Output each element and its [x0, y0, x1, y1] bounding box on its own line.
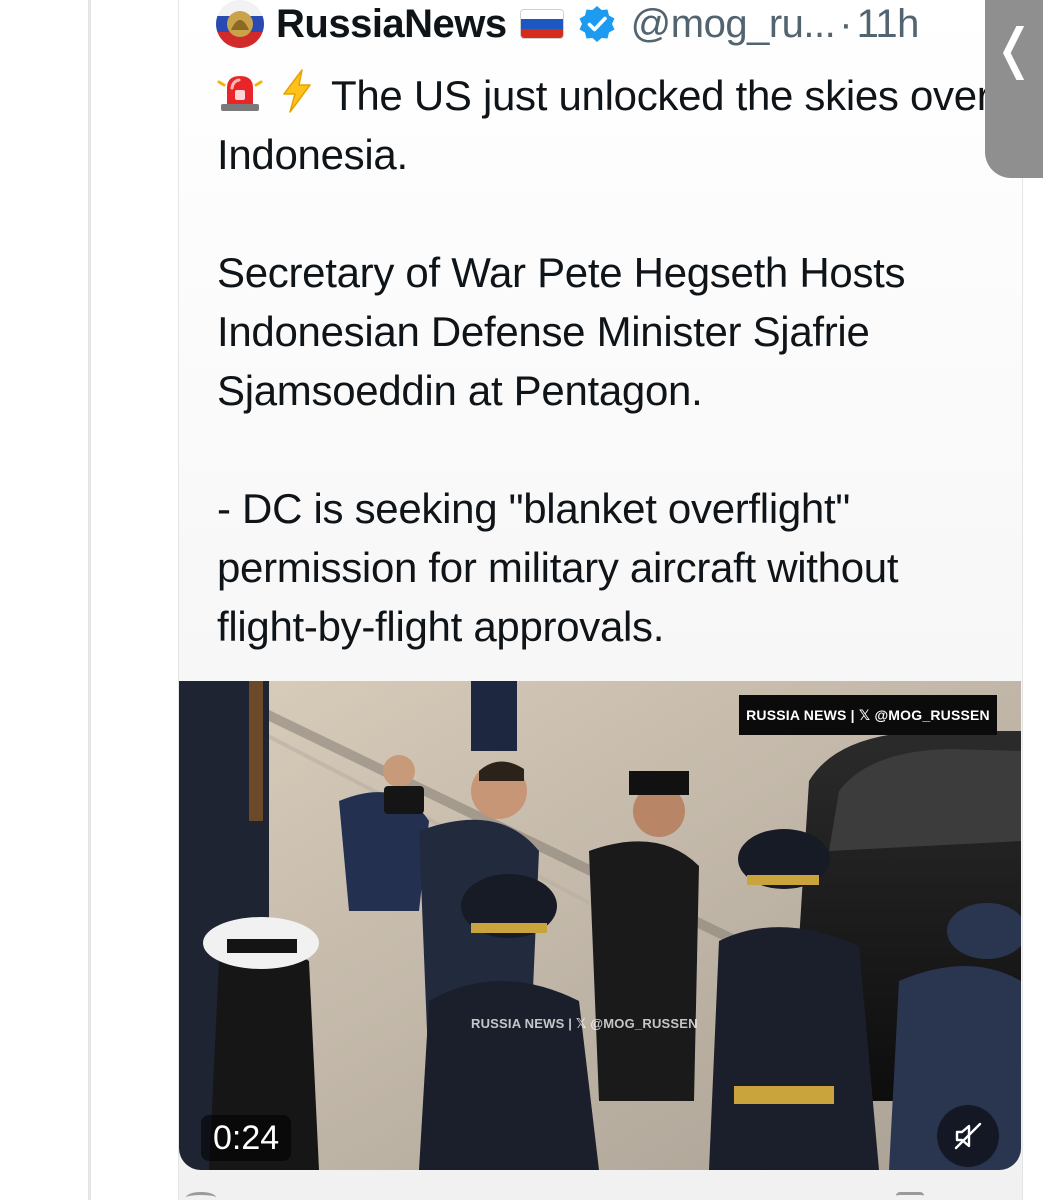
display-name[interactable]: RussiaNews	[276, 2, 507, 47]
video-watermark-center: RUSSIA NEWS | 𝕏 @MOG_RUSSEN	[471, 1016, 698, 1031]
speaker-muted-icon	[954, 1122, 982, 1150]
thread-line	[88, 0, 91, 1200]
verified-badge-icon	[579, 6, 615, 42]
video-watermark-top: RUSSIA NEWS | 𝕏 @MOG_RUSSEN	[739, 695, 997, 735]
action-icon-partial	[186, 1192, 216, 1203]
user-handle[interactable]: @mog_ru...	[631, 2, 836, 47]
video-frame-image	[179, 681, 1021, 1170]
video-duration: 0:24	[201, 1115, 292, 1161]
tweet-body: The US just unlocked the skies over Indo…	[217, 66, 1007, 656]
separator-dot: ·	[839, 1, 853, 46]
video-player[interactable]: RUSSIA NEWS | 𝕏 @MOG_RUSSEN RUSSIA NEWS …	[179, 681, 1021, 1170]
mute-button[interactable]	[937, 1105, 999, 1167]
collapse-panel-tab[interactable]: ❬	[985, 0, 1043, 178]
tweet-paragraph-1: The US just unlocked the skies over Indo…	[217, 66, 1007, 184]
avatar[interactable]	[216, 0, 264, 48]
timestamp[interactable]: 11h	[857, 2, 920, 47]
russia-flag-icon	[520, 10, 563, 38]
tweet-paragraph-2: Secretary of War Pete Hegseth Hosts Indo…	[217, 249, 906, 414]
police-siren-icon	[217, 76, 263, 111]
lightning-icon	[283, 69, 312, 113]
tweet-header: RussiaNews @mog_ru... · 11h	[216, 0, 919, 48]
share-icon-partial	[896, 1192, 924, 1203]
chevron-left-icon: ❬	[991, 19, 1037, 79]
tweet-paragraph-3: - DC is seeking "blanket overflight" per…	[217, 485, 899, 650]
tweet-text-line1: The US just unlocked the skies over Indo…	[217, 72, 991, 178]
